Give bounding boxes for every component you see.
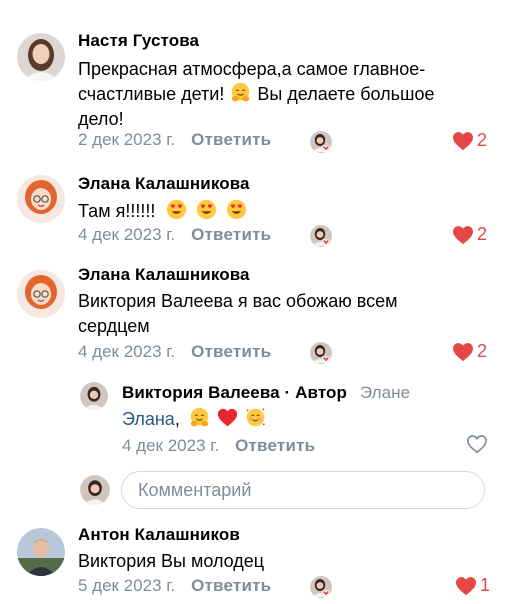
avatar[interactable] [80, 382, 108, 410]
like-button[interactable]: 2 [452, 130, 487, 151]
author-liked-avatar-icon [309, 341, 333, 365]
like-button[interactable]: 2 [452, 224, 487, 245]
comment-text: Элана, [122, 407, 502, 432]
comment-item: Элана Калашникова Там я!!!!!! 4 дек 2023… [0, 160, 507, 260]
mention-link[interactable]: Элана [122, 409, 175, 429]
reply-button[interactable]: Ответить [191, 225, 271, 245]
comment-date: 5 дек 2023 г. [78, 576, 176, 595]
like-button[interactable]: 2 [452, 341, 487, 362]
author-liked-avatar-icon [309, 575, 333, 599]
reply-button[interactable]: Ответить [191, 342, 271, 362]
comment-text-line: сердцем [78, 316, 150, 336]
like-count: 2 [477, 224, 488, 244]
comment-date: 4 дек 2023 г. [78, 225, 176, 244]
comment-text: Виктория Валеева я вас обожаю всем сердц… [78, 289, 498, 339]
comment-author[interactable]: Настя Густова [78, 30, 498, 52]
heart-icon [455, 576, 477, 596]
red-heart-emoji-icon [217, 407, 238, 428]
like-button[interactable]: 1 [455, 575, 490, 596]
heart-eyes-emoji-icon [196, 199, 217, 220]
smiling-face-hugging-emoji-icon [189, 407, 210, 428]
comment-author[interactable]: Элана Калашникова [78, 264, 498, 286]
comment-text-line: , [174, 409, 180, 429]
like-count: 1 [480, 575, 491, 595]
comment-text: Прекрасная атмосфера,а самое главное- сч… [78, 57, 498, 132]
comment-date: 2 дек 2023 г. [78, 130, 176, 149]
heart-icon [452, 225, 474, 245]
comment-item: Элана Калашникова Виктория Валеева я вас… [0, 260, 507, 380]
avatar [80, 475, 110, 505]
comment-date: 4 дек 2023 г. [122, 436, 220, 455]
comment-text-line: счастливые дети! [78, 84, 225, 104]
avatar[interactable] [17, 528, 65, 576]
avatar[interactable] [17, 175, 65, 223]
comment-date: 4 дек 2023 г. [78, 342, 176, 361]
comment-text-line: Виктория Валеева я вас обожаю всем [78, 291, 398, 311]
reply-button[interactable]: Ответить [191, 576, 271, 596]
comment-author[interactable]: Элана Калашникова [78, 173, 498, 195]
reply-to-label[interactable]: Элане [360, 383, 410, 402]
author-liked-avatar-icon [309, 130, 333, 154]
comment-text-line: Там я!!!!!! [78, 201, 156, 221]
heart-outline-icon[interactable] [466, 434, 488, 454]
comment-text-line: Виктория Вы молодец [78, 551, 265, 571]
comment-text: Виктория Вы молодец [78, 549, 498, 574]
smiling-face-with-hearts-emoji-icon [245, 407, 266, 428]
comment-item: Антон Калашников Виктория Вы молодец 5 д… [0, 518, 507, 604]
smiling-face-hugging-emoji-icon [230, 82, 251, 103]
heart-eyes-emoji-icon [166, 199, 187, 220]
heart-eyes-emoji-icon [226, 199, 247, 220]
reply-button[interactable]: Ответить [191, 130, 271, 150]
reply-author-line: Виктория Валеева · Автор Элане [122, 382, 502, 404]
comment-item: Настя Густова Прекрасная атмосфера,а сам… [0, 0, 507, 160]
comment-text: Там я!!!!!! [78, 199, 498, 224]
author-liked-avatar-icon [309, 224, 333, 248]
like-count: 2 [477, 341, 488, 361]
heart-icon [452, 342, 474, 362]
heart-icon [452, 131, 474, 151]
comment-author[interactable]: Антон Калашников [78, 524, 498, 546]
reply-button[interactable]: Ответить [235, 436, 315, 456]
avatar[interactable] [17, 33, 65, 81]
nested-reply: Виктория Валеева · Автор Элане Элана, 4 … [0, 380, 507, 460]
comment-text-line: Прекрасная атмосфера,а самое главное- [78, 59, 426, 79]
comment-text-line: дело! [78, 109, 124, 129]
author-badge: · Автор [284, 383, 347, 402]
comment-text-line: Вы делаете большое [257, 84, 435, 104]
comment-input-container[interactable] [121, 471, 485, 509]
avatar[interactable] [17, 270, 65, 318]
comment-author[interactable]: Виктория Валеева [122, 383, 280, 402]
like-count: 2 [477, 130, 488, 150]
comment-input[interactable] [122, 472, 484, 508]
